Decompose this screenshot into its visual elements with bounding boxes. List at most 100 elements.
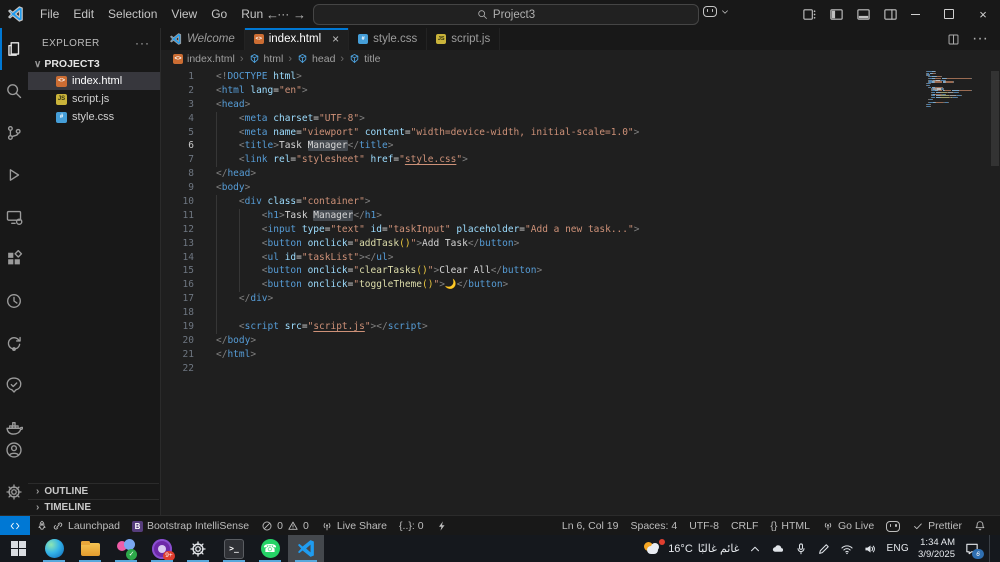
code-line-3[interactable]: 3 <head> [161,98,1000,112]
menu-run[interactable]: Run [234,7,270,21]
status-live-share[interactable]: Live Share [315,516,393,536]
code-line-9[interactable]: 9 <body> [161,181,1000,195]
minimize-button[interactable] [898,0,932,28]
activity-extensions-icon[interactable] [0,238,28,280]
status-indentation[interactable]: Spaces: 4 [624,516,683,536]
code-line-6[interactable]: 6 <title>Task Manager</title> [161,139,1000,154]
command-center-search[interactable]: Project3 [313,4,699,25]
activity-approvals-icon[interactable] [0,364,28,406]
split-editor-icon[interactable] [947,33,960,46]
status-remote-window[interactable] [0,516,30,536]
status-eol[interactable]: CRLF [725,516,764,536]
code-line-15[interactable]: 15 <button onclick="clearTasks()">Clear … [161,264,1000,279]
code-line-16[interactable]: 16 <button onclick="toggleTheme()">🌙</bu… [161,278,1000,293]
wifi-icon[interactable] [840,542,854,556]
code-line-18[interactable]: 18 [161,306,1000,321]
customize-layout-icon[interactable] [802,7,817,22]
taskbar-media-button[interactable]: 9+ [144,535,180,562]
status-prettier[interactable]: Prettier [906,516,968,536]
taskbar-file-explorer-button[interactable] [72,535,108,562]
tab-welcome[interactable]: Welcome [161,28,245,50]
code-line-7[interactable]: 7 <link rel="stylesheet" href="style.css… [161,153,1000,168]
explorer-more-icon[interactable]: ··· [135,36,150,50]
menu-selection[interactable]: Selection [101,7,164,21]
breadcrumb-title[interactable]: title [349,53,380,65]
code-line-21[interactable]: 21 </html> [161,348,1000,362]
editor-scrollbar[interactable] [991,71,999,166]
code-line-8[interactable]: 8 </head> [161,167,1000,181]
taskbar-settings-button[interactable] [180,535,216,562]
toggle-primary-sidebar-icon[interactable] [829,7,844,22]
code-line-13[interactable]: 13 <button onclick="addTask()">Add Task<… [161,236,1000,251]
breadcrumb-html[interactable]: html [249,53,283,65]
toggle-secondary-sidebar-icon[interactable] [883,7,898,22]
activity-remote-explorer-icon[interactable] [0,196,28,238]
menu-view[interactable]: View [164,7,204,21]
project-folder-row[interactable]: ∨ PROJECT3 [28,56,160,72]
activity-settings-icon[interactable] [0,471,28,513]
editor-more-actions-icon[interactable]: ··· [972,30,988,48]
volume-icon[interactable] [863,542,877,556]
code-line-14[interactable]: 14 <ul id="taskList"></ul> [161,250,1000,265]
close-tab-icon[interactable]: × [332,33,339,45]
status-copilot[interactable] [880,516,906,536]
code-line-17[interactable]: 17 </div> [161,292,1000,307]
breadcrumb-index.html[interactable]: <> index.html [173,53,235,65]
code-line-12[interactable]: 12 <input type="text" id="taskInput" pla… [161,222,1000,237]
maximize-button[interactable] [932,0,966,28]
status-cursor-position[interactable]: Ln 6, Col 19 [556,516,625,536]
code-line-5[interactable]: 5 <meta name="viewport" content="width=d… [161,125,1000,140]
code-line-20[interactable]: 20 </body> [161,334,1000,348]
status-bootstrap-intellisense[interactable]: B Bootstrap IntelliSense [126,516,255,536]
menu-edit[interactable]: Edit [66,7,101,21]
status-launchpad[interactable]: Launchpad [30,516,126,536]
status-encoding[interactable]: UTF-8 [683,516,725,536]
activity-run-debug-icon[interactable] [0,154,28,196]
activity-search-icon[interactable] [0,70,28,112]
timeline-section[interactable]: › TIMELINE [28,499,159,515]
copilot-menu[interactable] [703,6,730,17]
activity-source-control-icon[interactable] [0,112,28,154]
minimap[interactable] [926,71,988,109]
code-line-22[interactable]: 22 [161,362,1000,376]
code-line-2[interactable]: 2 <html lang="en"> [161,84,1000,98]
activity-explorer-icon[interactable] [0,28,28,70]
show-desktop-button[interactable] [989,535,994,562]
status-language-mode[interactable]: {} HTML [764,516,816,536]
status-plug[interactable] [430,516,454,536]
taskbar-store-button[interactable]: ✓ [108,535,144,562]
file-script.js[interactable]: JS script.js [28,90,160,108]
taskbar-whatsapp-button[interactable]: ☎ [252,535,288,562]
code-editor[interactable]: 1 <!DOCTYPE html> 2 <html lang="en"> 3 <head>… [161,67,1000,515]
toggle-panel-icon[interactable] [856,7,871,22]
back-arrow-icon[interactable]: ← [266,7,279,22]
weather-widget[interactable]: 16°C غائم غالبًا [643,538,739,557]
microphone-icon[interactable] [794,542,808,556]
file-index.html[interactable]: <> index.html [28,72,160,90]
code-line-11[interactable]: 11 <h1>Task Manager</h1> [161,208,1000,223]
forward-arrow-icon[interactable]: → [293,7,306,22]
status-problems[interactable]: 00 [255,516,315,536]
close-button[interactable]: × [966,0,1000,28]
activity-history-icon[interactable] [0,280,28,322]
status-symbol-count[interactable]: {..}: 0 [393,516,430,536]
status-go-live[interactable]: Go Live [816,516,880,536]
code-line-19[interactable]: 19 <script src="script.js"></script> [161,320,1000,334]
taskbar-vscode-button[interactable] [288,535,324,562]
tray-expand-icon[interactable] [748,542,762,556]
code-line-10[interactable]: 10 <div class="container"> [161,195,1000,209]
activity-account-icon[interactable] [0,429,28,471]
pen-icon[interactable] [817,542,831,556]
status-notifications[interactable] [968,516,992,536]
language-indicator[interactable]: ENG [886,543,909,554]
outline-section[interactable]: › OUTLINE [28,483,159,499]
activity-redo-tool-icon[interactable] [0,322,28,364]
file-style.css[interactable]: # style.css [28,108,160,126]
tab-index-html[interactable]: <> index.html × [244,28,350,50]
tab-script-js[interactable]: JS script.js [427,28,501,50]
tab-style-css[interactable]: # style.css [349,28,428,50]
taskbar-terminal-button[interactable]: >_ [216,535,252,562]
menu-go[interactable]: Go [204,7,234,21]
clock[interactable]: 1:34 AM 3/9/2025 [918,537,955,561]
onedrive-icon[interactable] [771,542,785,556]
